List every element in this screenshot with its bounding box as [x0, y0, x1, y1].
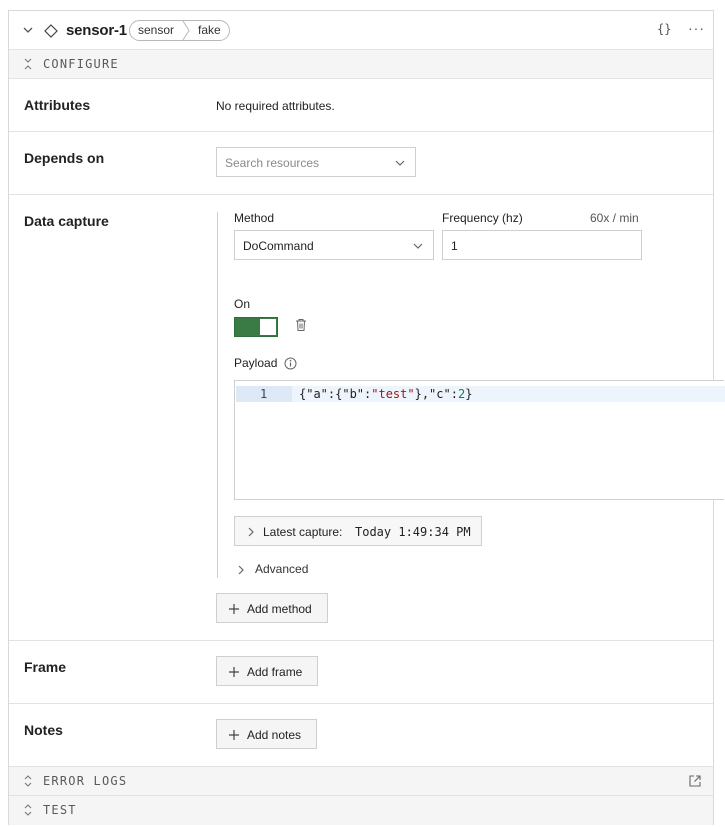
notes-label: Notes: [24, 722, 63, 738]
depends-on-label: Depends on: [24, 150, 105, 166]
collapse-icon: [24, 58, 32, 70]
plus-icon: [229, 667, 239, 677]
method-value: DoCommand: [243, 239, 314, 253]
frame-label: Frame: [24, 659, 67, 675]
breadcrumb-separator-icon: [182, 21, 190, 40]
add-method-button[interactable]: Add method: [216, 593, 328, 623]
resource-card: sensor-1 sensor fake {} ··· CONFIGURE At…: [8, 10, 725, 825]
resource-title: sensor-1: [66, 22, 127, 39]
diamond-icon: [44, 24, 58, 38]
breadcrumb-api: sensor: [138, 23, 175, 37]
capture-on-toggle[interactable]: [234, 317, 278, 337]
latest-capture-label: Latest capture:: [263, 525, 343, 539]
card-header: sensor-1 sensor fake {} ···: [9, 11, 713, 50]
code-punct: },"c":: [414, 387, 458, 401]
expand-icon: [24, 775, 32, 787]
json-mode-button[interactable]: {}: [657, 22, 671, 36]
payload-editor[interactable]: 1 {"a":{"b":"test"},"c":2}: [234, 380, 725, 500]
notes-row: Notes Add notes: [9, 704, 713, 767]
code-string: "test": [371, 387, 415, 401]
add-notes-label: Add notes: [247, 728, 302, 742]
add-notes-button[interactable]: Add notes: [216, 719, 317, 749]
info-icon[interactable]: [284, 357, 297, 370]
payload-label: Payload: [234, 356, 278, 370]
chevron-down-icon: [395, 160, 405, 166]
latest-capture-toggle[interactable]: Latest capture: Today 1:49:34 PM: [234, 516, 482, 546]
on-label: On: [234, 297, 251, 311]
method-group-rule: [217, 212, 218, 578]
plus-icon: [229, 730, 239, 740]
code-punct: }: [465, 387, 473, 401]
code-punct: {"a":{"b":: [299, 387, 372, 401]
add-frame-label: Add frame: [247, 665, 303, 679]
frequency-rate: 60x / min: [590, 211, 639, 225]
expand-icon: [24, 804, 32, 816]
attributes-value: No required attributes.: [216, 99, 335, 113]
toggle-knob: [260, 319, 276, 335]
trash-icon[interactable]: [294, 318, 308, 332]
more-options-button[interactable]: ···: [688, 20, 705, 36]
add-method-label: Add method: [247, 602, 312, 616]
payload-code: {"a":{"b":"test"},"c":2}: [299, 387, 472, 401]
add-frame-button[interactable]: Add frame: [216, 656, 318, 686]
depends-on-row: Depends on Search resources: [9, 132, 713, 195]
test-label: TEST: [43, 803, 77, 817]
breadcrumb-model: fake: [198, 23, 221, 37]
data-capture-label: Data capture: [24, 213, 109, 229]
method-label: Method: [234, 211, 275, 225]
search-resources-placeholder: Search resources: [225, 156, 320, 170]
line-number: 1: [260, 387, 268, 401]
chevron-right-icon: [248, 527, 254, 537]
attributes-label: Attributes: [24, 97, 91, 113]
advanced-label: Advanced: [255, 562, 309, 576]
latest-capture-value: Today 1:49:34 PM: [355, 525, 471, 539]
plus-icon: [229, 604, 239, 614]
type-breadcrumb: sensor fake: [129, 20, 230, 41]
chevron-down-icon: [413, 243, 423, 249]
chevron-right-icon: [238, 565, 244, 575]
configure-section-toggle[interactable]: CONFIGURE: [9, 50, 713, 79]
frame-row: Frame Add frame: [9, 641, 713, 704]
frequency-input[interactable]: 1: [442, 230, 642, 260]
search-resources-select[interactable]: Search resources: [216, 147, 416, 177]
frequency-value: 1: [451, 239, 458, 253]
frequency-label: Frequency (hz): [442, 211, 523, 225]
external-link-icon[interactable]: [688, 774, 702, 788]
error-logs-label: ERROR LOGS: [43, 774, 128, 788]
error-logs-section-toggle[interactable]: ERROR LOGS: [9, 767, 713, 796]
test-section-toggle[interactable]: TEST: [9, 796, 713, 825]
configure-label: CONFIGURE: [43, 57, 119, 71]
method-select[interactable]: DoCommand: [234, 230, 434, 260]
chevron-down-icon[interactable]: [22, 24, 34, 36]
attributes-row: Attributes No required attributes.: [9, 79, 713, 132]
